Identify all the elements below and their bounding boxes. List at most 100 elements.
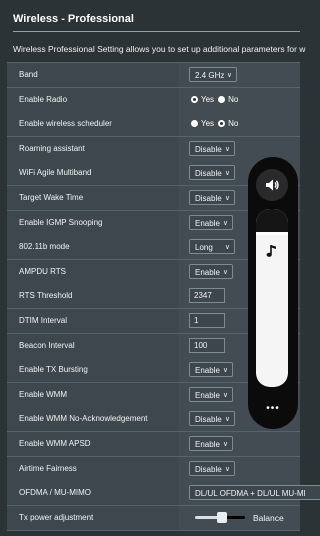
- setting-label: Band: [7, 63, 179, 87]
- setting-label: Enable TX Bursting: [7, 358, 179, 383]
- setting-label: WiFi Agile Multiband: [7, 161, 179, 186]
- setting-dropdown[interactable]: Disable ∨: [189, 140, 235, 156]
- chevron-down-icon: ∨: [226, 72, 232, 79]
- chevron-down-icon: ∨: [222, 391, 228, 399]
- setting-dropdown[interactable]: Long ∨: [189, 239, 235, 255]
- volume-slider-handle[interactable]: [256, 232, 288, 235]
- setting-label: Enable Radio: [7, 87, 179, 112]
- setting-label: Tx power adjustment: [7, 505, 179, 530]
- setting-label: Roaming assistant: [7, 136, 179, 161]
- setting-dropdown[interactable]: 2.4 GHz ∨: [189, 67, 237, 82]
- radio-label: No: [228, 94, 239, 104]
- setting-value-cell: Balance: [179, 505, 300, 530]
- setting-label: Airtime Fairness: [7, 456, 179, 481]
- setting-label: Enable WMM No-Acknowledgement: [7, 407, 179, 432]
- radio-button-yes[interactable]: [191, 95, 198, 103]
- chevron-down-icon: ∨: [224, 145, 230, 153]
- setting-value-cell: Disable ∨: [179, 456, 300, 481]
- radio-label: Yes: [201, 94, 215, 104]
- setting-label: Target Wake Time: [7, 186, 179, 210]
- more-dots-icon[interactable]: •••: [248, 403, 298, 414]
- setting-text-input[interactable]: 1: [189, 313, 225, 328]
- music-note-icon: [266, 245, 276, 257]
- setting-label: AMPDU RTS: [7, 259, 179, 284]
- dropdown-value: Disable: [195, 415, 222, 425]
- tx-power-value: Balance: [253, 512, 284, 523]
- dropdown-value: Long: [195, 243, 213, 253]
- dropdown-value: Disable: [195, 144, 222, 154]
- chevron-down-icon: ∨: [224, 195, 230, 202]
- tx-power-slider[interactable]: [195, 511, 245, 523]
- settings-row: Enable wireless scheduler Yes No: [7, 112, 300, 138]
- volume-overlay: •••: [248, 157, 298, 429]
- settings-row: Tx power adjustment Balance: [7, 505, 300, 531]
- setting-value-cell: Yes No: [179, 112, 300, 137]
- chevron-down-icon: ∨: [224, 465, 230, 473]
- speaker-icon[interactable]: [256, 169, 288, 201]
- dropdown-value: Enable: [195, 390, 220, 400]
- chevron-down-icon: ∨: [222, 268, 228, 276]
- setting-label: 802.11b mode: [7, 235, 179, 260]
- setting-text-input[interactable]: 2347: [189, 288, 225, 304]
- setting-dropdown[interactable]: Disable ∨: [189, 411, 235, 427]
- speaker-icon-glyph: [266, 179, 279, 191]
- chevron-down-icon: ∨: [222, 367, 228, 375]
- dropdown-value: Enable: [195, 218, 220, 228]
- dropdown-value: Enable: [195, 366, 220, 376]
- setting-dropdown[interactable]: DL/UL OFDMA + DL/UL MU-MI: [189, 485, 320, 501]
- setting-label: Enable WMM: [7, 382, 179, 407]
- setting-text-input[interactable]: 100: [189, 337, 225, 353]
- setting-dropdown[interactable]: Enable ∨: [189, 263, 233, 279]
- settings-row: Airtime Fairness Disable ∨: [7, 456, 300, 482]
- radio-button-no[interactable]: [218, 95, 226, 103]
- page-header: Wireless - Professional Wireless Profess…: [0, 0, 305, 60]
- settings-row: Enable Radio Yes No: [7, 87, 300, 113]
- volume-slider[interactable]: [256, 209, 288, 387]
- settings-row: Enable WMM APSD Enable ∨: [7, 432, 300, 457]
- settings-row: OFDMA / MU-MIMO DL/UL OFDMA + DL/UL MU-MI: [7, 481, 320, 507]
- setting-label: Enable IGMP Snooping: [7, 210, 179, 235]
- dropdown-value: Enable: [195, 267, 220, 277]
- chevron-down-icon: ∨: [222, 441, 228, 448]
- setting-label: OFDMA / MU-MIMO: [7, 481, 179, 506]
- setting-dropdown[interactable]: Enable ∨: [189, 436, 233, 451]
- dropdown-value: Disable: [195, 464, 222, 474]
- settings-row: Band 2.4 GHz ∨: [7, 63, 300, 88]
- setting-value-cell: Yes No: [179, 87, 300, 112]
- setting-value-cell: DL/UL OFDMA + DL/UL MU-MI: [179, 481, 320, 506]
- setting-value-cell: Enable ∨: [179, 432, 300, 456]
- dropdown-value: 2.4 GHz: [195, 71, 225, 80]
- chevron-down-icon: ∨: [224, 416, 230, 424]
- radio-group: Yes No: [191, 112, 242, 136]
- dropdown-value: DL/UL OFDMA + DL/UL MU-MI: [195, 489, 306, 499]
- setting-value-cell: Disable ∨: [179, 136, 300, 161]
- setting-label: Enable wireless scheduler: [7, 112, 179, 137]
- page-description: Wireless Professional Setting allows you…: [13, 44, 306, 54]
- dropdown-value: Disable: [195, 169, 222, 179]
- setting-label: DTIM Interval: [7, 309, 179, 333]
- dropdown-value: Enable: [195, 440, 220, 449]
- setting-label: RTS Threshold: [7, 284, 179, 309]
- radio-button-no[interactable]: [218, 120, 226, 128]
- dropdown-value: Disable: [195, 194, 222, 203]
- chevron-down-icon: ∨: [224, 170, 230, 178]
- setting-dropdown[interactable]: Disable ∨: [189, 165, 235, 181]
- chevron-down-icon: ∨: [222, 219, 228, 227]
- chevron-down-icon: ∨: [224, 244, 230, 252]
- radio-label: Yes: [201, 119, 215, 129]
- setting-dropdown[interactable]: Enable ∨: [189, 386, 233, 402]
- radio-group: Yes No: [191, 88, 242, 112]
- setting-label: Beacon Interval: [7, 333, 179, 358]
- page-title: Wireless - Professional: [13, 13, 134, 25]
- setting-dropdown[interactable]: Enable ∨: [189, 214, 233, 230]
- title-divider: [13, 31, 300, 32]
- setting-dropdown[interactable]: Disable ∨: [189, 460, 235, 476]
- radio-label: No: [228, 119, 239, 129]
- radio-button-yes[interactable]: [191, 120, 198, 128]
- setting-label: Enable WMM APSD: [7, 432, 179, 456]
- setting-dropdown[interactable]: Enable ∨: [189, 362, 233, 378]
- slider-thumb[interactable]: [217, 511, 227, 523]
- volume-slider-fill: [256, 209, 288, 232]
- setting-dropdown[interactable]: Disable ∨: [189, 190, 235, 205]
- setting-value-cell: 2.4 GHz ∨: [179, 63, 300, 87]
